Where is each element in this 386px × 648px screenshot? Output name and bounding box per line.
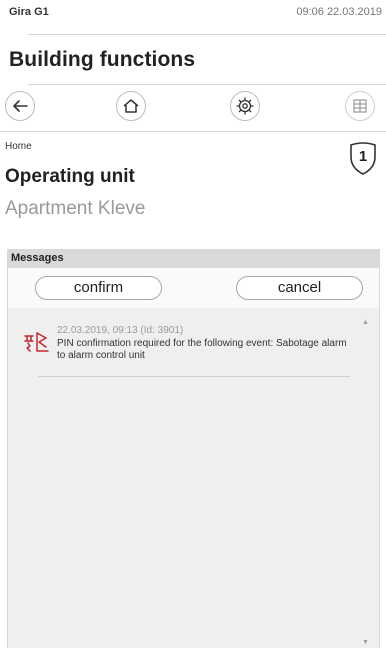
grid-icon <box>353 99 367 113</box>
app-title: Building functions <box>9 48 196 71</box>
clock-date: 09:06 22.03.2019 <box>296 6 382 18</box>
sabotage-alarm-icon <box>24 332 49 352</box>
scroll-up-arrow[interactable]: ▲ <box>362 319 369 326</box>
nav-bar <box>0 88 386 132</box>
status-bar: Gira G1 09:06 22.03.2019 <box>0 0 386 22</box>
scroll-down-arrow[interactable]: ▼ <box>362 639 369 646</box>
back-arrow-icon <box>13 100 28 112</box>
page-subtitle: Apartment Kleve <box>5 198 146 219</box>
gear-icon <box>236 97 254 115</box>
page-title: Operating unit <box>5 166 135 187</box>
message-item[interactable]: 22.03.2019, 09:13 (Id: 3901) PIN confirm… <box>24 321 350 377</box>
message-meta: 22.03.2019, 09:13 (Id: 3901) <box>57 325 184 336</box>
grid-view-button[interactable] <box>345 91 375 121</box>
home-icon <box>123 99 139 113</box>
settings-button[interactable] <box>230 91 260 121</box>
badge-number: 1 <box>358 148 368 165</box>
back-button[interactable] <box>5 91 35 121</box>
message-text: PIN confirmation required for the follow… <box>57 338 347 361</box>
messages-header: Messages <box>8 249 379 268</box>
divider <box>0 131 386 132</box>
device-name: Gira G1 <box>9 6 49 18</box>
divider <box>28 34 386 35</box>
messages-panel: Messages confirm cancel 22.03.2019, 09:1… <box>7 249 380 648</box>
message-actions: confirm cancel <box>8 268 379 308</box>
cancel-button[interactable]: cancel <box>236 276 363 300</box>
home-button[interactable] <box>116 91 146 121</box>
security-level-badge: 1 <box>348 140 378 176</box>
confirm-button[interactable]: confirm <box>35 276 162 300</box>
divider <box>28 84 386 85</box>
breadcrumb[interactable]: Home <box>5 141 32 152</box>
